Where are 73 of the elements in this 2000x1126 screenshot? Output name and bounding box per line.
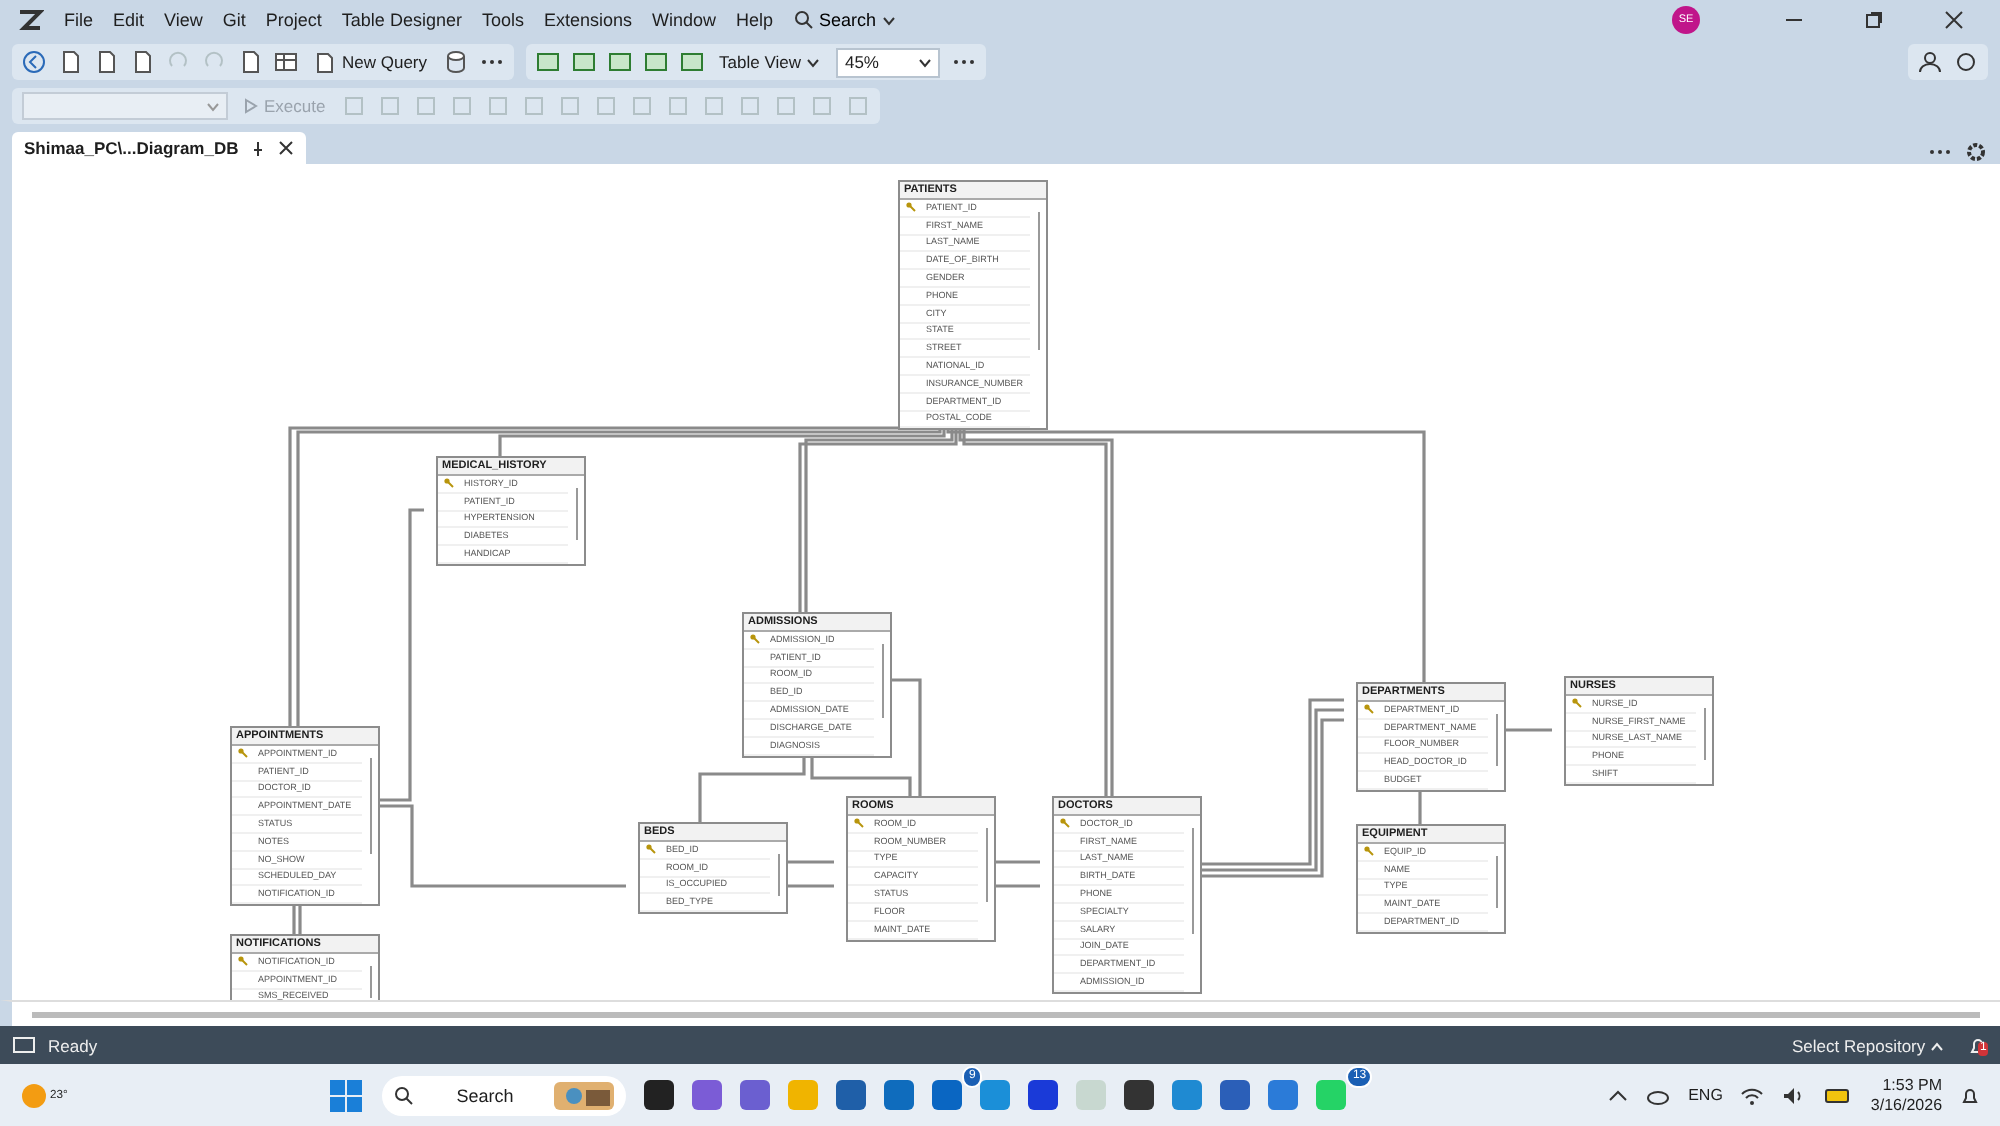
scrollbar[interactable] xyxy=(1191,828,1194,934)
menu-item[interactable]: Git xyxy=(222,10,246,30)
menu-item[interactable]: Tools xyxy=(481,10,524,30)
document-icon[interactable] xyxy=(94,50,118,74)
zoom-combobox[interactable]: 45% xyxy=(836,47,941,77)
chat-icon xyxy=(12,1033,36,1057)
chevron-up-icon[interactable] xyxy=(1608,1085,1629,1105)
scrollbar[interactable] xyxy=(985,828,988,902)
people-icon[interactable] xyxy=(1918,50,1942,74)
scrollbar[interactable] xyxy=(369,966,372,998)
status-text: Ready xyxy=(48,1035,98,1055)
search-icon xyxy=(394,1085,415,1105)
scrollbar[interactable] xyxy=(1037,212,1040,350)
menu-item[interactable]: View xyxy=(164,10,203,30)
scrollbar[interactable] xyxy=(1703,708,1706,761)
menu-item[interactable]: Edit xyxy=(113,10,145,30)
weather-widget[interactable]: 23° xyxy=(20,1081,68,1109)
menu-item[interactable]: Window xyxy=(652,10,717,30)
wifi-icon[interactable] xyxy=(1740,1085,1765,1105)
document-icon[interactable] xyxy=(130,50,154,74)
document-tab[interactable]: Shimaa_PC\...Diagram_DB xyxy=(12,132,307,164)
caret-icon xyxy=(1930,1041,1944,1051)
database-icon[interactable] xyxy=(443,50,468,74)
sun-icon xyxy=(20,1081,48,1109)
document-icon[interactable] xyxy=(58,50,82,74)
app-icon[interactable] xyxy=(1028,1080,1059,1110)
start-icon[interactable] xyxy=(328,1077,365,1113)
caret-icon xyxy=(918,57,933,67)
document-icon xyxy=(314,51,336,73)
menu-item[interactable]: Table Designer xyxy=(341,10,462,30)
close-icon[interactable] xyxy=(278,140,295,156)
taskbar-search-field[interactable]: Search xyxy=(382,1075,627,1115)
battery-icon[interactable] xyxy=(1824,1085,1853,1105)
table-icon[interactable] xyxy=(535,50,560,74)
table-icon[interactable] xyxy=(571,50,596,74)
caret-icon xyxy=(806,57,821,67)
scrollbar[interactable] xyxy=(369,758,372,853)
app-icon[interactable] xyxy=(1124,1080,1155,1110)
menu-item[interactable]: Extensions xyxy=(543,10,633,30)
table-icon[interactable] xyxy=(679,50,704,74)
scrollbar[interactable] xyxy=(575,488,578,541)
maximize-icon[interactable] xyxy=(1864,10,1884,30)
scrollbar[interactable] xyxy=(881,644,884,718)
language-indicator[interactable]: ENG xyxy=(1688,1086,1723,1104)
search-icon xyxy=(793,10,814,30)
select-repository-button[interactable]: Select Repository xyxy=(1780,1033,1956,1057)
app-logo-icon xyxy=(16,6,44,34)
menu-item[interactable]: Project xyxy=(265,10,322,30)
scrollbar[interactable] xyxy=(1495,714,1498,767)
settings-icon[interactable] xyxy=(1964,140,1988,164)
table-view-dropdown[interactable]: Table View xyxy=(715,52,825,72)
table-icon[interactable] xyxy=(643,50,668,74)
play-icon xyxy=(244,98,258,114)
cloud-icon[interactable] xyxy=(1646,1085,1671,1105)
bell-icon[interactable] xyxy=(1960,1085,1981,1105)
new-query-button[interactable]: New Query xyxy=(310,51,432,73)
back-icon[interactable] xyxy=(22,50,46,74)
pin-icon[interactable] xyxy=(250,140,267,156)
scrollbar[interactable] xyxy=(777,854,780,897)
app-icon[interactable] xyxy=(644,1080,675,1110)
menu-item[interactable]: File xyxy=(64,10,94,30)
menu-item[interactable]: Help xyxy=(736,10,774,30)
clock[interactable]: 1:53 PM 3/16/2026 xyxy=(1870,1075,1943,1115)
horizontal-scrollbar[interactable] xyxy=(0,1000,2000,1026)
caret-icon xyxy=(882,15,897,25)
scrollbar[interactable] xyxy=(1495,856,1498,909)
bell-icon xyxy=(1968,1035,1988,1055)
search-button[interactable]: Search xyxy=(793,10,897,30)
document-icon[interactable] xyxy=(238,50,262,74)
close-icon[interactable] xyxy=(1944,10,1964,30)
table-icon[interactable] xyxy=(607,50,632,74)
caret-icon xyxy=(206,101,220,111)
grid-icon[interactable] xyxy=(274,50,298,74)
